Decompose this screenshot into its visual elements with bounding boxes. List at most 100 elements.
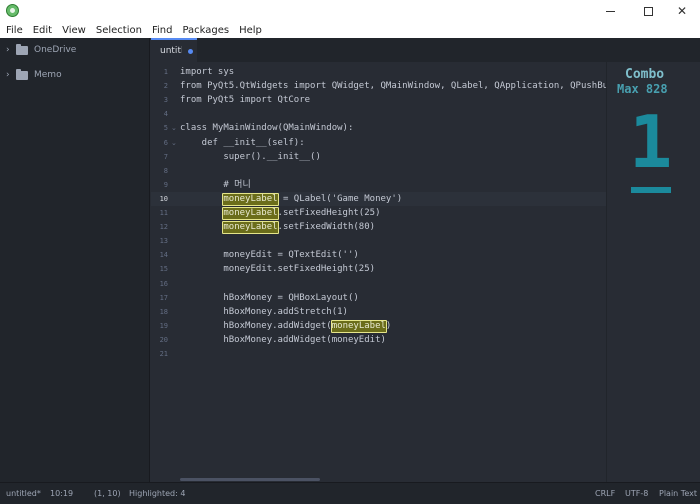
status-file-name[interactable]: untitled* bbox=[6, 483, 41, 504]
maximize-button[interactable] bbox=[630, 0, 666, 22]
folder-icon bbox=[16, 43, 28, 55]
line-number: 20 bbox=[159, 335, 168, 344]
horizontal-scrollbar[interactable] bbox=[180, 478, 320, 481]
code-text: from PyQt5 import QtCore bbox=[180, 95, 311, 106]
code-line[interactable]: 8 bbox=[151, 164, 606, 178]
code-line[interactable]: 6 ⌄ def __init__(self): bbox=[151, 136, 606, 150]
status-bar: untitled* 10:19 (1, 10) Highlighted: 4 C… bbox=[0, 482, 700, 504]
minimap-bar bbox=[631, 187, 671, 193]
close-button[interactable]: ✕ bbox=[664, 0, 700, 22]
close-icon: ✕ bbox=[676, 4, 688, 18]
menu-help[interactable]: Help bbox=[239, 25, 262, 36]
minimize-button[interactable] bbox=[592, 0, 628, 22]
modified-dot-icon[interactable] bbox=[188, 49, 193, 54]
fold-chevron-icon[interactable]: ⌄ bbox=[171, 121, 177, 135]
code-text: import sys bbox=[180, 67, 235, 77]
minimize-icon bbox=[605, 10, 615, 12]
line-number: 10 bbox=[159, 194, 168, 203]
code-text: moneyEdit.setFixedHeight(25) bbox=[180, 264, 376, 275]
title-bar: ✕ bbox=[0, 0, 700, 22]
menu-find[interactable]: Find bbox=[152, 25, 173, 36]
code-text: hBoxMoney.addWidget(moneyEdit) bbox=[180, 334, 386, 345]
code-text: hBoxMoney = QHBoxLayout() bbox=[180, 292, 359, 303]
status-cursor-position[interactable]: 10:19 bbox=[50, 483, 73, 504]
highlighted-occurrence: moneyLabel bbox=[222, 192, 279, 206]
code-line[interactable]: 17 hBoxMoney = QHBoxLayout() bbox=[151, 291, 606, 305]
code-line[interactable]: 9 # 머니 bbox=[151, 178, 606, 192]
line-number: 9 bbox=[163, 180, 168, 189]
line-number: 21 bbox=[159, 350, 168, 358]
tab-bar: untitled bbox=[151, 38, 700, 62]
code-line[interactable]: 16 bbox=[151, 277, 606, 291]
code-line[interactable]: 18 hBoxMoney.addStretch(1) bbox=[151, 305, 606, 319]
code-line[interactable]: 20 hBoxMoney.addWidget(moneyEdit) bbox=[151, 333, 606, 347]
tree-item-onedrive[interactable]: › OneDrive bbox=[0, 40, 150, 60]
tree-item-label: OneDrive bbox=[34, 45, 77, 55]
highlighted-occurrence: moneyLabel bbox=[222, 207, 279, 220]
atom-logo-icon bbox=[6, 4, 19, 17]
menu-edit[interactable]: Edit bbox=[33, 25, 52, 36]
line-number: 13 bbox=[159, 237, 168, 246]
line-number: 15 bbox=[159, 265, 168, 274]
minimap-big-number: 1 bbox=[629, 100, 673, 184]
code-editor[interactable]: 1 import sys 2 from PyQt5.QtWidgets import … bbox=[151, 62, 695, 482]
code-line[interactable]: 19 hBoxMoney.addWidget(moneyLabel) moneyL… bbox=[151, 319, 606, 333]
line-number: 2 bbox=[163, 82, 168, 91]
tree-view: › OneDrive › Memo bbox=[0, 38, 150, 482]
code-line[interactable]: 21 bbox=[151, 347, 606, 361]
line-number: 1 bbox=[163, 68, 168, 76]
chevron-right-icon: › bbox=[6, 70, 10, 80]
line-number: 18 bbox=[159, 307, 168, 316]
line-number: 12 bbox=[159, 223, 168, 232]
line-number: 6 bbox=[163, 138, 168, 147]
fold-chevron-icon[interactable]: ⌄ bbox=[171, 136, 177, 150]
code-line[interactable]: 1 import sys bbox=[151, 65, 606, 79]
highlighted-occurrence: moneyLabel bbox=[222, 221, 279, 235]
tab-untitled[interactable]: untitled bbox=[151, 38, 197, 62]
folder-icon bbox=[16, 68, 28, 80]
line-number: 8 bbox=[163, 166, 168, 175]
status-highlighted-count: Highlighted: 4 bbox=[129, 489, 186, 498]
menu-selection[interactable]: Selection bbox=[96, 25, 142, 36]
chevron-right-icon: › bbox=[6, 45, 10, 55]
code-text: hBoxMoney.addStretch(1) bbox=[180, 306, 348, 317]
code-line[interactable]: 13 bbox=[151, 234, 606, 248]
code-text: moneyLabel = QLabel('Game Money') bbox=[180, 193, 403, 204]
menu-bar: File Edit View Selection Find Packages H… bbox=[0, 22, 700, 38]
tree-item-memo[interactable]: › Memo bbox=[0, 65, 150, 85]
menu-packages[interactable]: Packages bbox=[182, 25, 229, 36]
code-line[interactable]: 12 moneyLabel.setFixedWidth(80) moneyLabe… bbox=[151, 220, 606, 235]
line-number: 4 bbox=[163, 110, 168, 119]
code-line[interactable]: 15 moneyEdit.setFixedHeight(25) bbox=[151, 262, 606, 276]
line-number: 16 bbox=[159, 279, 168, 288]
maximize-icon bbox=[643, 6, 653, 16]
minimap[interactable]: Combo Max 828 1 bbox=[606, 62, 700, 482]
menu-view[interactable]: View bbox=[62, 25, 86, 36]
menu-file[interactable]: File bbox=[6, 25, 23, 36]
line-number: 11 bbox=[159, 209, 168, 217]
line-number: 5 bbox=[163, 124, 168, 133]
status-encoding[interactable]: UTF-8 bbox=[625, 483, 648, 504]
code-text: def __init__(self): bbox=[180, 137, 305, 148]
code-line[interactable]: 10 moneyLabel = QLabel('Game Money') mone… bbox=[151, 191, 606, 206]
line-number: 7 bbox=[163, 152, 168, 161]
status-grammar[interactable]: Plain Text bbox=[659, 483, 697, 504]
code-line[interactable]: 14 moneyEdit = QTextEdit('') bbox=[151, 248, 606, 262]
line-number: 14 bbox=[159, 251, 168, 260]
line-number: 17 bbox=[159, 293, 168, 302]
code-line[interactable]: 2 from PyQt5.QtWidgets import QWidget, QM… bbox=[151, 79, 695, 93]
status-selection-count[interactable]: (1, 10) bbox=[94, 483, 121, 504]
code-line[interactable]: 11 moneyLabel.setFixedHeight(25) moneyLab… bbox=[151, 206, 606, 220]
code-text: moneyLabel.setFixedHeight(25) bbox=[180, 208, 381, 218]
highlighted-occurrence: moneyLabel bbox=[330, 319, 387, 333]
code-line[interactable]: 5 ⌄ class MyMainWindow(QMainWindow): bbox=[151, 121, 606, 135]
tab-title: untitled bbox=[160, 46, 182, 56]
status-line-ending[interactable]: CRLF bbox=[595, 483, 615, 504]
code-line[interactable]: 7 super().__init__() bbox=[151, 150, 606, 164]
minimap-max-text: Max 828 bbox=[617, 82, 668, 96]
line-number: 3 bbox=[163, 96, 168, 105]
line-number: 19 bbox=[159, 321, 168, 330]
code-text: super().__init__() bbox=[180, 151, 321, 162]
code-line[interactable]: 4 bbox=[151, 107, 606, 121]
code-line[interactable]: 3 from PyQt5 import QtCore bbox=[151, 93, 606, 107]
